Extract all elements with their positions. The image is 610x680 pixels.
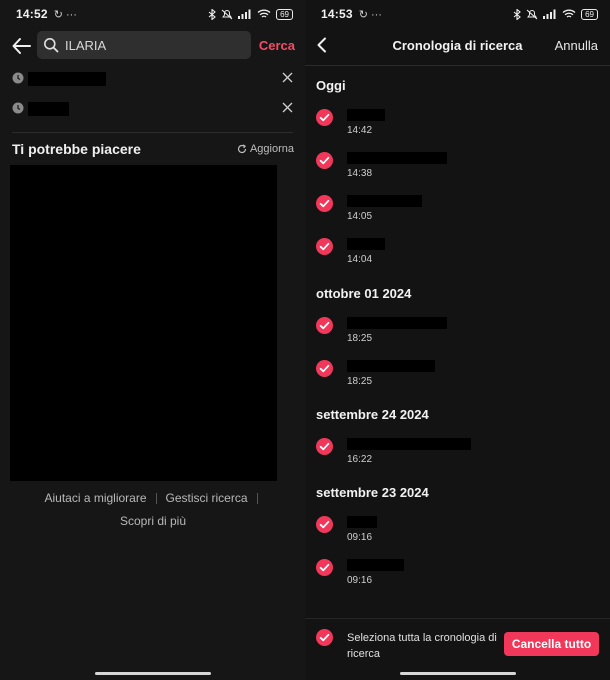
refresh-icon bbox=[237, 144, 247, 154]
history-entry[interactable]: 18:25 bbox=[305, 316, 610, 352]
select-all-label[interactable]: Seleziona tutta la cronologia di ricerca bbox=[347, 630, 507, 662]
search-header: Cerca bbox=[0, 30, 305, 62]
entry-time: 18:25 bbox=[347, 333, 373, 344]
date-group-header: Oggi bbox=[316, 78, 346, 93]
history-header: Cronologia di ricerca Annulla bbox=[305, 28, 610, 66]
search-button[interactable]: Cerca bbox=[259, 38, 295, 53]
redacted-text bbox=[347, 109, 385, 121]
status-bar: 14:53 ↻ ··· 69 bbox=[305, 0, 610, 28]
entry-time: 14:05 bbox=[347, 211, 373, 222]
redacted-text bbox=[28, 72, 106, 86]
status-time: 14:53 bbox=[321, 7, 353, 21]
history-entry[interactable]: 14:04 bbox=[305, 237, 610, 273]
suggestions-panel bbox=[10, 165, 277, 481]
entry-time: 18:25 bbox=[347, 376, 373, 387]
search-history-screen: 14:53 ↻ ··· 69 Cronologia di ricerca Ann… bbox=[305, 0, 610, 680]
signal-icon bbox=[543, 9, 556, 19]
check-icon[interactable] bbox=[316, 238, 333, 255]
redacted-text bbox=[347, 559, 404, 571]
status-extra: ↻ ··· bbox=[358, 8, 382, 21]
check-icon[interactable] bbox=[316, 360, 333, 377]
redacted-text bbox=[28, 102, 69, 116]
check-icon[interactable] bbox=[316, 109, 333, 126]
check-icon[interactable] bbox=[316, 152, 333, 169]
status-time: 14:52 bbox=[16, 7, 48, 21]
clock-icon bbox=[12, 72, 24, 84]
entry-time: 14:38 bbox=[347, 168, 373, 179]
clock-icon bbox=[12, 102, 24, 114]
manage-search-link[interactable]: Gestisci ricerca bbox=[166, 491, 248, 505]
check-icon[interactable] bbox=[316, 559, 333, 576]
date-group-header: ottobre 01 2024 bbox=[316, 286, 412, 301]
separator bbox=[155, 492, 157, 504]
entry-time: 14:04 bbox=[347, 254, 373, 265]
entry-time: 16:22 bbox=[347, 454, 373, 465]
redacted-text bbox=[347, 360, 435, 372]
clear-all-button[interactable]: Cancella tutto bbox=[504, 632, 599, 656]
entry-time: 09:16 bbox=[347, 532, 373, 543]
home-indicator[interactable] bbox=[95, 672, 211, 675]
mute-icon bbox=[221, 9, 233, 19]
redacted-text bbox=[347, 438, 471, 450]
search-input[interactable] bbox=[65, 37, 235, 53]
history-entry[interactable]: 14:38 bbox=[305, 151, 610, 187]
divider bbox=[12, 132, 293, 133]
separator bbox=[256, 492, 258, 504]
suggestions-title: Ti potrebbe piacere bbox=[12, 141, 141, 157]
redacted-text bbox=[347, 152, 447, 164]
redacted-text bbox=[347, 516, 377, 528]
check-icon[interactable] bbox=[316, 516, 333, 533]
check-icon[interactable] bbox=[316, 629, 333, 646]
status-extra: ↻ ··· bbox=[53, 8, 77, 21]
close-icon[interactable] bbox=[282, 72, 293, 83]
history-item[interactable] bbox=[0, 65, 305, 93]
bottom-bar: Seleziona tutta la cronologia di ricerca… bbox=[305, 618, 610, 664]
battery-icon: 69 bbox=[276, 8, 293, 20]
search-field[interactable] bbox=[37, 31, 251, 59]
learn-more-link[interactable]: Scopri di più bbox=[120, 514, 186, 528]
close-icon[interactable] bbox=[282, 102, 293, 113]
search-screen: 14:52 ↻ ··· 69 Cerca Ti potrebbe piacere… bbox=[0, 0, 305, 680]
wifi-icon bbox=[562, 9, 576, 18]
redacted-text bbox=[347, 317, 447, 329]
date-group-header: settembre 23 2024 bbox=[316, 485, 429, 500]
redacted-text bbox=[347, 195, 422, 207]
search-icon bbox=[44, 38, 59, 53]
cancel-button[interactable]: Annulla bbox=[555, 38, 598, 53]
status-bar: 14:52 ↻ ··· 69 bbox=[0, 0, 305, 28]
history-entry[interactable]: 16:22 bbox=[305, 437, 610, 473]
back-arrow-icon[interactable] bbox=[10, 34, 34, 58]
history-item[interactable] bbox=[0, 95, 305, 123]
history-entry[interactable]: 14:05 bbox=[305, 194, 610, 230]
mute-icon bbox=[526, 9, 538, 19]
bluetooth-icon bbox=[513, 8, 521, 20]
check-icon[interactable] bbox=[316, 195, 333, 212]
bluetooth-icon bbox=[208, 8, 216, 20]
check-icon[interactable] bbox=[316, 438, 333, 455]
history-entry[interactable]: 09:16 bbox=[305, 558, 610, 594]
entry-time: 09:16 bbox=[347, 575, 373, 586]
date-group-header: settembre 24 2024 bbox=[316, 407, 429, 422]
redacted-text bbox=[347, 238, 385, 250]
entry-time: 14:42 bbox=[347, 125, 373, 136]
home-indicator[interactable] bbox=[400, 672, 516, 675]
check-icon[interactable] bbox=[316, 317, 333, 334]
history-entry[interactable]: 18:25 bbox=[305, 359, 610, 395]
battery-icon: 69 bbox=[581, 8, 598, 20]
wifi-icon bbox=[257, 9, 271, 18]
refresh-button[interactable]: Aggiorna bbox=[237, 143, 294, 155]
footer-links: Aiutaci a migliorare Gestisci ricerca Sc… bbox=[0, 491, 305, 528]
signal-icon bbox=[238, 9, 251, 19]
history-entry[interactable]: 14:42 bbox=[305, 108, 610, 144]
refresh-label: Aggiorna bbox=[249, 143, 294, 155]
history-entry[interactable]: 09:16 bbox=[305, 515, 610, 551]
help-improve-link[interactable]: Aiutaci a migliorare bbox=[44, 491, 146, 505]
